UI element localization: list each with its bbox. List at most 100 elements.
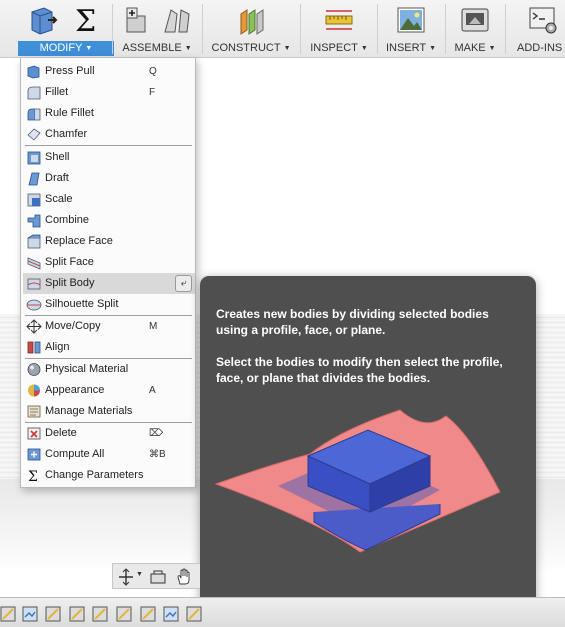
modify-dropdown-menu: Press Pull Q Fillet F Rule Fillet Chamfe…	[20, 58, 196, 488]
menu-item-label: Delete	[45, 427, 77, 439]
construct-label: CONSTRUCT	[211, 42, 281, 54]
menu-item-delete[interactable]: Delete ⌦	[23, 423, 195, 444]
menu-item-shortcut: M	[149, 321, 158, 332]
look-at-icon[interactable]	[149, 568, 167, 586]
combine-icon	[27, 214, 41, 228]
menu-item-shortcut: ⌦	[149, 428, 164, 439]
timeline-feature-icon[interactable]	[69, 606, 85, 622]
menu-item-chamfer[interactable]: Chamfer	[23, 124, 195, 145]
menu-item-label: Replace Face	[45, 235, 113, 247]
chevron-down-icon: ▼	[85, 45, 93, 52]
menu-item-shortcut: Q	[149, 66, 157, 77]
split-body-tooltip: Creates new bodies by dividing selected …	[200, 276, 536, 616]
press-pull-icon	[27, 65, 40, 79]
menu-item-fillet[interactable]: Fillet F	[23, 82, 195, 103]
silhouette-split-icon	[26, 299, 42, 311]
physical-material-icon	[27, 363, 41, 376]
timeline-feature-icon[interactable]	[22, 606, 38, 622]
pin-icon[interactable]: ⤶	[175, 275, 192, 292]
split-face-icon	[27, 257, 41, 270]
new-component-icon[interactable]	[121, 4, 153, 36]
menu-item-combine[interactable]: Combine	[23, 210, 195, 231]
menu-item-scale[interactable]: Scale	[23, 189, 195, 210]
chevron-down-icon[interactable]: ▼	[136, 571, 143, 578]
menu-item-label: Silhouette Split	[45, 298, 119, 310]
menu-item-shortcut: ⌘B	[149, 449, 166, 460]
timeline-feature-icon[interactable]	[186, 606, 202, 622]
menu-item-label: Appearance	[45, 384, 105, 396]
tooltip-instruction: Select the bodies to modify then select …	[216, 355, 503, 385]
menu-item-split-face[interactable]: Split Face	[23, 252, 195, 273]
menu-item-split-body[interactable]: Split Body ⤶	[23, 273, 195, 294]
menu-item-label: Chamfer	[45, 128, 88, 140]
toolbar-group-assemble[interactable]: ASSEMBLE ▼	[114, 0, 200, 58]
menu-item-manage-materials[interactable]: Manage Materials	[23, 401, 195, 422]
offset-plane-icon[interactable]	[235, 4, 267, 36]
timeline-feature-icon[interactable]	[0, 606, 16, 622]
menu-item-label: Change Parameters	[45, 469, 144, 481]
menu-divider	[25, 145, 192, 146]
menu-item-physical-material[interactable]: Physical Material	[23, 359, 195, 380]
scripts-addins-icon[interactable]	[527, 4, 559, 36]
toolbar-group-modify[interactable]: Σ MODIFY ▼	[0, 0, 118, 58]
joint-icon[interactable]	[161, 4, 193, 36]
toolbar-group-insert[interactable]: INSERT ▼	[379, 0, 443, 58]
menu-item-shell[interactable]: Shell	[23, 147, 195, 168]
menu-item-align[interactable]: Align	[23, 337, 195, 358]
svg-text:Σ: Σ	[75, 4, 96, 36]
menu-item-label: Align	[45, 341, 70, 353]
chevron-down-icon: ▼	[488, 45, 496, 52]
inspect-label: INSPECT	[310, 42, 358, 54]
timeline-feature-icon[interactable]	[116, 606, 132, 622]
rule-fillet-icon	[27, 108, 41, 121]
toolbar-group-construct[interactable]: CONSTRUCT ▼	[204, 0, 298, 58]
timeline-feature-icon[interactable]	[140, 606, 156, 622]
orbit-icon[interactable]	[117, 568, 135, 586]
menu-item-replace-face[interactable]: Replace Face	[23, 231, 195, 252]
measure-icon[interactable]	[323, 4, 355, 36]
draft-icon	[28, 172, 40, 186]
menu-item-label: Move/Copy	[45, 320, 101, 332]
press-pull-icon[interactable]	[26, 4, 58, 36]
split-body-illustration	[214, 409, 501, 553]
menu-item-appearance[interactable]: Appearance A	[23, 380, 195, 401]
move-copy-icon	[26, 319, 42, 334]
menu-item-shortcut: F	[149, 87, 156, 98]
3d-print-icon[interactable]	[459, 4, 491, 36]
add-ins-label: ADD-INS	[517, 42, 563, 54]
modify-label: MODIFY	[39, 42, 83, 54]
fillet-icon	[27, 86, 41, 100]
navigation-bar: ▼	[112, 563, 200, 589]
sum-icon[interactable]: Σ	[72, 4, 104, 36]
toolbar-group-add-ins[interactable]: ADD-INS	[507, 0, 565, 58]
menu-item-label: Press Pull	[45, 65, 95, 77]
toolbar-group-inspect[interactable]: INSPECT ▼	[302, 0, 376, 58]
menu-item-label: Manage Materials	[45, 405, 133, 417]
menu-item-press-pull[interactable]: Press Pull Q	[23, 61, 195, 82]
pan-icon[interactable]	[175, 568, 193, 586]
menu-item-draft[interactable]: Draft	[23, 168, 195, 189]
replace-face-icon	[27, 234, 41, 249]
insert-image-icon[interactable]	[395, 4, 427, 36]
scale-icon	[27, 193, 41, 207]
menu-item-rule-fillet[interactable]: Rule Fillet	[23, 103, 195, 124]
menu-item-change-parameters[interactable]: Σ Change Parameters	[23, 465, 195, 486]
toolbar: Σ MODIFY ▼ ASSEMBLE ▼ CONSTRUCT ▼ INSPEC…	[0, 0, 565, 58]
timeline-feature-icon[interactable]	[92, 606, 108, 622]
menu-item-label: Compute All	[45, 448, 105, 460]
menu-item-label: Split Face	[45, 256, 94, 268]
split-body-icon	[27, 278, 41, 290]
menu-item-label: Combine	[45, 214, 90, 226]
menu-item-label: Split Body	[45, 277, 95, 289]
menu-item-compute-all[interactable]: Compute All ⌘B	[23, 444, 195, 465]
appearance-icon	[28, 384, 40, 397]
timeline-feature-icon[interactable]	[163, 606, 179, 622]
assemble-label: ASSEMBLE	[122, 42, 182, 54]
menu-item-silhouette-split[interactable]: Silhouette Split	[23, 294, 195, 315]
toolbar-group-make[interactable]: MAKE ▼	[447, 0, 503, 58]
align-icon	[27, 341, 41, 354]
menu-item-move-copy[interactable]: Move/Copy M	[23, 316, 195, 337]
timeline-feature-icon[interactable]	[45, 606, 61, 622]
chevron-down-icon: ▼	[360, 45, 368, 52]
tooltip-description: Creates new bodies by dividing selected …	[216, 307, 489, 337]
